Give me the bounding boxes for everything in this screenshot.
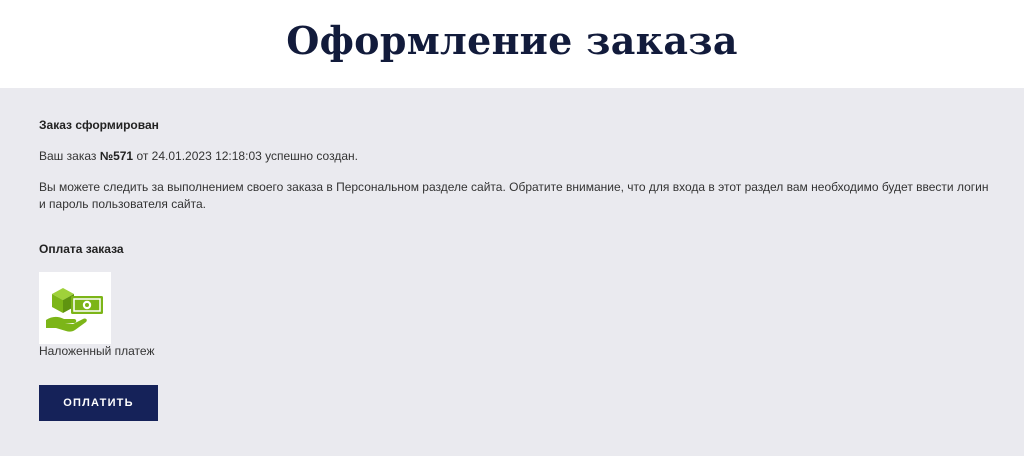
- cash-on-delivery-icon-graphic: [46, 288, 103, 332]
- page-title: Оформление заказа: [286, 17, 738, 63]
- payment-heading: Оплата заказа: [39, 242, 124, 256]
- pay-button[interactable]: ОПЛАТИТЬ: [39, 385, 158, 421]
- order-info-text: Вы можете следить за выполнением своего …: [39, 180, 989, 211]
- payment-method-name: Наложенный платеж: [39, 344, 155, 358]
- order-status-line: Ваш заказ №571 от 24.01.2023 12:18:03 ус…: [39, 148, 358, 165]
- cash-on-delivery-icon[interactable]: [39, 272, 111, 344]
- order-created-heading: Заказ сформирован: [39, 118, 159, 132]
- order-status-suffix: от 24.01.2023 12:18:03 успешно создан.: [133, 149, 358, 163]
- order-number: №571: [99, 149, 134, 163]
- page-header: Оформление заказа: [0, 0, 1024, 88]
- order-status-prefix: Ваш заказ: [39, 149, 100, 163]
- order-confirmation-panel: Заказ сформирован Ваш заказ №571 от 24.0…: [0, 88, 1024, 456]
